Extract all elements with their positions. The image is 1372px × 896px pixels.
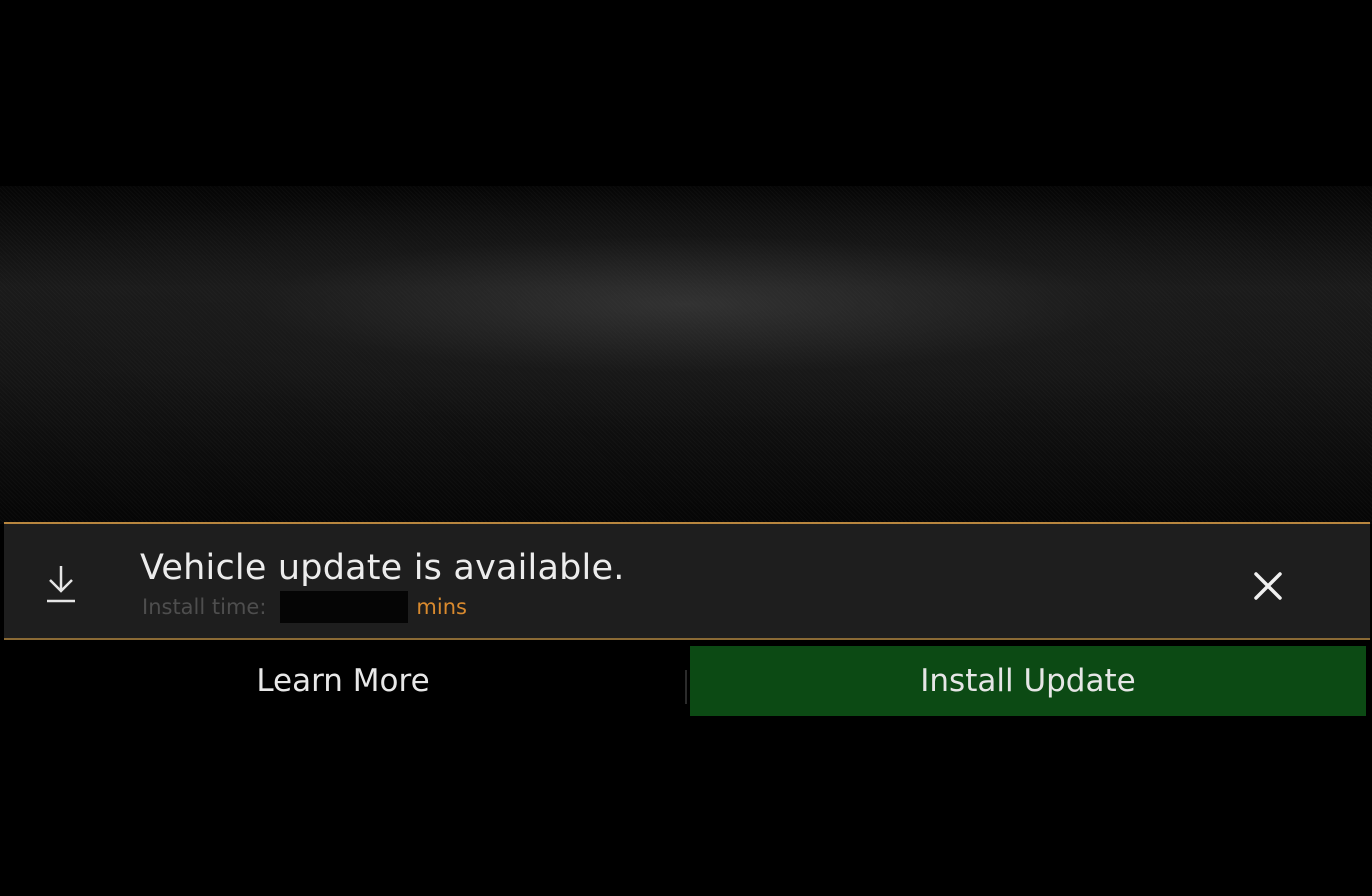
background-texture-band [0,186,1372,524]
install-time-unit: mins [416,595,467,619]
redacted-install-time [280,591,409,623]
close-icon [1251,569,1285,607]
learn-more-button[interactable]: Learn More [0,644,686,718]
install-time-row: Install time: mins [142,591,467,623]
install-time-label: Install time: [142,595,267,619]
action-divider [685,670,687,704]
download-icon [44,564,78,604]
update-notification-banner: Vehicle update is available. Install tim… [4,522,1370,640]
action-bar: Learn More Install Update [0,644,1372,718]
notification-title: Vehicle update is available. [140,548,625,588]
close-button[interactable] [1242,568,1294,608]
install-update-button[interactable]: Install Update [690,646,1366,716]
install-update-label: Install Update [920,663,1136,699]
infotainment-screen: Vehicle update is available. Install tim… [0,0,1372,896]
learn-more-label: Learn More [256,663,430,699]
